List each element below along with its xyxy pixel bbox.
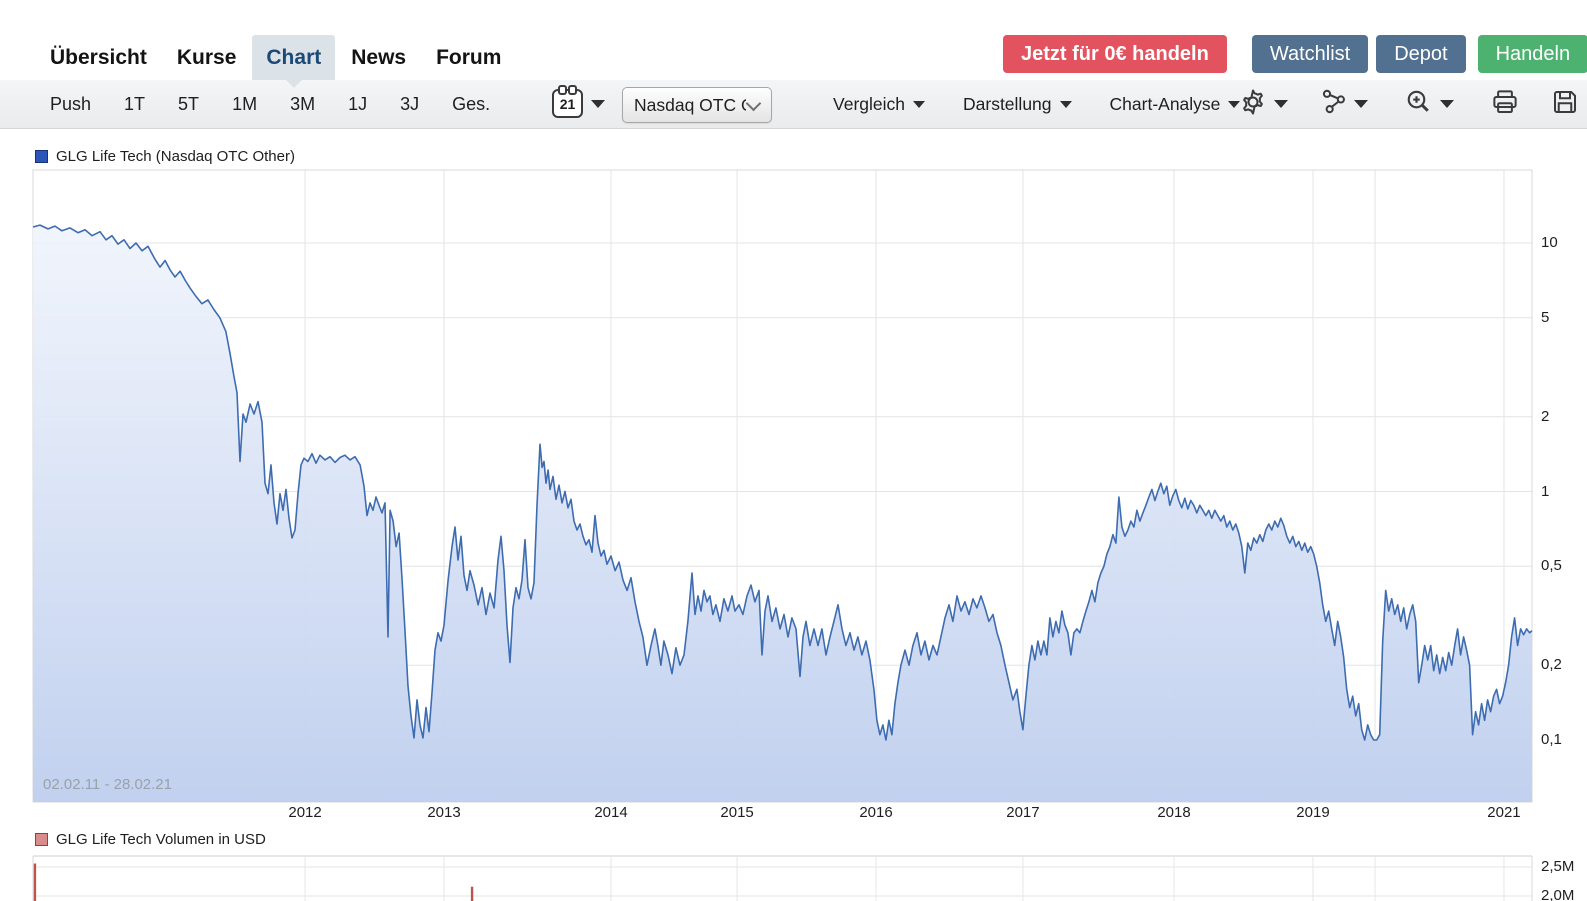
menu-label: Chart-Analyse (1109, 93, 1221, 114)
active-tab-pointer (284, 79, 303, 88)
volume-bar (470, 886, 474, 901)
menu-label: Darstellung (963, 93, 1052, 114)
caret-down-icon (1354, 100, 1368, 108)
chart-page: Übersicht Kurse Chart News Forum Jetzt für 0… (0, 0, 1587, 901)
nav-tab-news[interactable]: News (337, 35, 420, 80)
y-axis-tick: 5 (1541, 308, 1550, 326)
range-1j[interactable]: 1J (348, 94, 367, 115)
nav-tab-kurse[interactable]: Kurse (163, 35, 251, 80)
x-axis-tick: 2017 (1006, 804, 1040, 821)
y-axis-tick: 0,5 (1541, 557, 1562, 575)
price-legend: GLG Life Tech (Nasdaq OTC Other) (35, 148, 295, 165)
volume-legend-label: GLG Life Tech Volumen in USD (56, 831, 266, 848)
y-axis-tick: 0,2 (1541, 656, 1562, 674)
menu-darstellung[interactable]: Darstellung (963, 94, 1072, 115)
range-1m[interactable]: 1M (232, 94, 257, 115)
zoom-in-button[interactable] (1404, 80, 1454, 128)
calendar-icon: 21 (552, 85, 583, 118)
price-area (33, 225, 1532, 803)
y-axis-tick: 0,1 (1541, 731, 1562, 748)
main-nav: Übersicht Kurse Chart News Forum Jetzt für 0… (0, 0, 1587, 80)
action-buttons: Jetzt für 0€ handeln Watchlist Depot Han… (1003, 35, 1587, 73)
menu-label: Vergleich (833, 93, 905, 114)
volume-axis-tick: 2,5M (1541, 858, 1575, 875)
menu-chartanalyse[interactable]: Chart-Analyse (1110, 94, 1241, 115)
chevron-down-icon (745, 95, 762, 111)
x-axis-tick: 2013 (427, 804, 461, 821)
x-axis-tick: 2018 (1157, 804, 1191, 821)
depot-button[interactable]: Depot (1376, 35, 1466, 73)
range-3j[interactable]: 3J (400, 94, 419, 115)
price-legend-label: GLG Life Tech (Nasdaq OTC Other) (56, 148, 295, 165)
price-chart-canvas[interactable] (0, 0, 1587, 901)
toolbar-menus: Vergleich Darstellung Chart-Analyse (833, 80, 1241, 128)
x-axis-tick: 2016 (859, 804, 893, 821)
price-series-swatch (35, 150, 48, 163)
volume-axis-tick: 2,0M (1541, 887, 1575, 901)
volume-legend: GLG Life Tech Volumen in USD (35, 831, 266, 848)
trade-cta-button[interactable]: Jetzt für 0€ handeln (1003, 35, 1227, 73)
date-range-label: 02.02.11 - 28.02.21 (43, 776, 172, 793)
volume-series-swatch (35, 833, 48, 846)
x-axis-tick: 2021 (1487, 804, 1521, 821)
chart-toolbar: Push 1T 5T 1M 3M 1J 3J Ges. 21 Nasdaq OTC Other… (0, 80, 1587, 129)
nav-tab-chart[interactable]: Chart (252, 35, 336, 80)
y-axis-tick: 10 (1541, 234, 1558, 251)
exchange-select[interactable]: Nasdaq OTC Other (622, 87, 772, 123)
caret-down-icon (1274, 100, 1288, 108)
caret-down-icon (591, 99, 605, 108)
exchange-select-value: Nasdaq OTC Other (634, 94, 746, 115)
y-axis-tick: 1 (1541, 482, 1550, 500)
caret-down-icon (1440, 100, 1454, 108)
x-axis-tick: 2019 (1296, 804, 1330, 821)
save-icon (1550, 87, 1580, 122)
range-1t[interactable]: 1T (124, 94, 145, 115)
share-icon (1320, 88, 1348, 121)
watchlist-button[interactable]: Watchlist (1251, 35, 1369, 73)
calendar-button[interactable]: 21 (552, 85, 605, 118)
y-axis-tick: 2 (1541, 407, 1550, 425)
gear-button[interactable] (1238, 80, 1288, 128)
calendar-day-label: 21 (559, 96, 576, 112)
range-ges[interactable]: Ges. (452, 94, 490, 115)
x-axis-tick: 2012 (288, 804, 322, 821)
x-axis-tick: 2015 (720, 804, 754, 821)
range-buttons: Push 1T 5T 1M 3M 1J 3J Ges. (50, 80, 490, 128)
range-3m[interactable]: 3M (290, 94, 315, 115)
menu-vergleich[interactable]: Vergleich (833, 94, 925, 115)
share-button[interactable] (1320, 80, 1368, 128)
print-icon (1490, 87, 1520, 122)
x-axis-tick: 2014 (594, 804, 628, 821)
caret-down-icon (1059, 100, 1072, 108)
volume-bar (33, 863, 37, 901)
nav-tabs: Übersicht Kurse Chart News Forum (36, 35, 515, 80)
zoom-in-icon (1404, 87, 1434, 122)
range-5t[interactable]: 5T (178, 94, 199, 115)
caret-down-icon (913, 100, 925, 108)
gear-icon (1238, 87, 1268, 122)
print-button[interactable] (1490, 80, 1520, 128)
range-push[interactable]: Push (50, 94, 91, 115)
nav-tab-forum[interactable]: Forum (422, 35, 515, 80)
handeln-button[interactable]: Handeln (1477, 35, 1587, 73)
save-button[interactable] (1550, 80, 1580, 128)
nav-tab-bersicht[interactable]: Übersicht (36, 35, 161, 80)
